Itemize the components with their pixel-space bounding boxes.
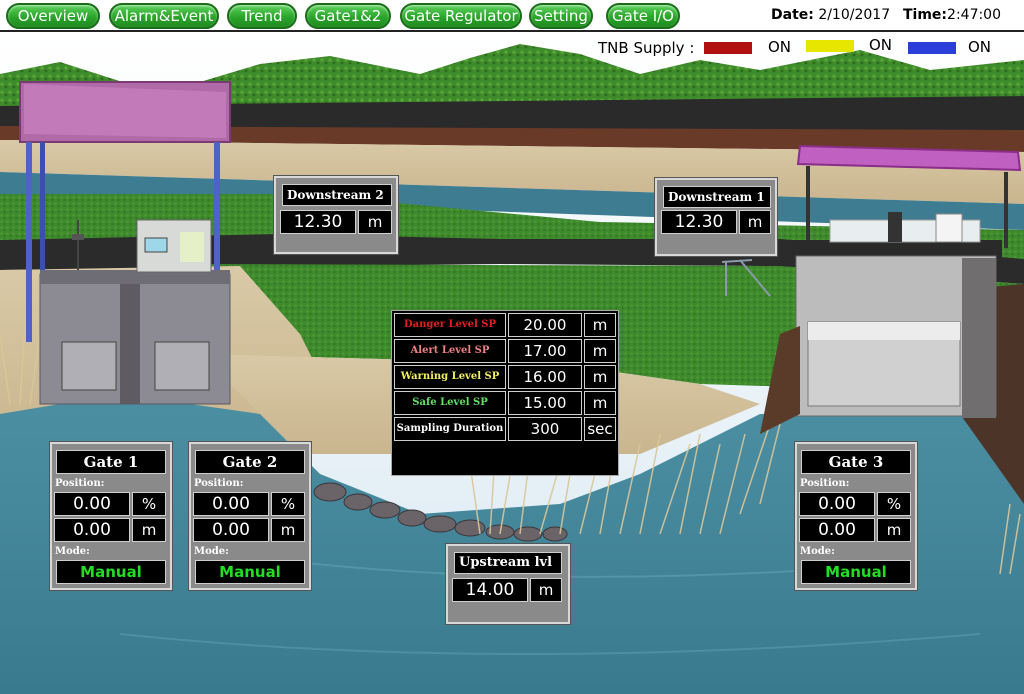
gate-2-percent-unit: % (271, 492, 305, 516)
gate-3-mode-label: Mode: (800, 546, 835, 557)
downstream-2-unit: m (358, 210, 392, 234)
safe-level-label: Safe Level SP (394, 391, 506, 415)
gate-1-position-percent: 0.00 (54, 492, 130, 516)
gate-1-position-label: Position: (55, 478, 105, 489)
time-display: Time:2:47:00 (903, 7, 1001, 23)
gate-2-meter-unit: m (271, 518, 305, 542)
danger-level-unit: m (584, 313, 616, 337)
tnb-supply-label: TNB Supply : (598, 39, 695, 57)
upstream-level-title: Upstream lvl (454, 552, 562, 574)
warning-level-label: Warning Level SP (394, 365, 506, 389)
gate-1-title: Gate 1 (56, 450, 166, 474)
time-value: 2:47:00 (947, 7, 1002, 23)
gate-1-percent-unit: % (132, 492, 166, 516)
gate-1-mode-value[interactable]: Manual (56, 560, 166, 584)
setpoint-table: Danger Level SP 20.00 m Alert Level SP 1… (391, 310, 619, 476)
nav-trend-button[interactable]: Trend (227, 3, 297, 29)
upstream-level-unit: m (530, 578, 562, 602)
gate-3-percent-unit: % (877, 492, 911, 516)
gate-2-position-percent: 0.00 (193, 492, 269, 516)
gate-3-position-label: Position: (800, 478, 850, 489)
gate-2-panel: Gate 2 Position: 0.00 % 0.00 m Mode: Man… (188, 441, 312, 591)
danger-level-value[interactable]: 20.00 (508, 313, 582, 337)
gate-1-position-meters: 0.00 (54, 518, 130, 542)
upstream-level-panel: Upstream lvl 14.00 m (445, 543, 571, 625)
downstream-1-unit: m (739, 210, 771, 234)
gate-3-title: Gate 3 (801, 450, 911, 474)
tnb-phase-3-status: ON (968, 38, 992, 56)
gate-3-position-percent: 0.00 (799, 492, 875, 516)
gate-2-mode-label: Mode: (194, 546, 229, 557)
alert-level-value[interactable]: 17.00 (508, 339, 582, 363)
sampling-duration-value[interactable]: 300 (508, 417, 582, 441)
downstream-1-panel: Downstream 1 12.30 m (654, 177, 778, 257)
gate-1-meter-unit: m (132, 518, 166, 542)
gate-3-mode-value[interactable]: Manual (801, 560, 911, 584)
safe-level-value[interactable]: 15.00 (508, 391, 582, 415)
downstream-2-value: 12.30 (280, 210, 356, 234)
nav-alarm-event-button[interactable]: Alarm&Event (109, 3, 219, 29)
gate-2-mode-value[interactable]: Manual (195, 560, 305, 584)
nav-gate12-button[interactable]: Gate1&2 (305, 3, 391, 29)
nav-setting-button[interactable]: Setting (529, 3, 593, 29)
gate-1-panel: Gate 1 Position: 0.00 % 0.00 m Mode: Man… (49, 441, 173, 591)
tnb-phase-3-indicator (908, 42, 956, 54)
alert-level-label: Alert Level SP (394, 339, 506, 363)
warning-level-value[interactable]: 16.00 (508, 365, 582, 389)
date-display: Date: 2/10/2017 (771, 7, 890, 23)
alert-level-unit: m (584, 339, 616, 363)
date-value: 2/10/2017 (818, 7, 891, 23)
sampling-duration-label: Sampling Duration (394, 417, 506, 441)
tnb-phase-2-status: ON (869, 36, 893, 54)
gate-2-position-meters: 0.00 (193, 518, 269, 542)
danger-level-label: Danger Level SP (394, 313, 506, 337)
gate-3-panel: Gate 3 Position: 0.00 % 0.00 m Mode: Man… (794, 441, 918, 591)
sampling-duration-unit: sec (584, 417, 616, 441)
gate-1-mode-label: Mode: (55, 546, 90, 557)
downstream-2-title: Downstream 2 (282, 184, 392, 206)
gate-3-position-meters: 0.00 (799, 518, 875, 542)
nav-gate-regulator-button[interactable]: Gate Regulator (400, 3, 522, 29)
tnb-phase-1-status: ON (768, 38, 792, 56)
nav-gate-io-button[interactable]: Gate I/O (606, 3, 680, 29)
gate-2-position-label: Position: (194, 478, 244, 489)
tnb-phase-2-indicator (806, 40, 854, 52)
gate-3-meter-unit: m (877, 518, 911, 542)
tnb-phase-1-indicator (704, 42, 752, 54)
upstream-level-value: 14.00 (452, 578, 528, 602)
gate-regulator-scene: TNB Supply : ON ON ON Downstream 2 12.30… (0, 34, 1024, 694)
warning-level-unit: m (584, 365, 616, 389)
nav-overview-button[interactable]: Overview (6, 3, 100, 29)
downstream-1-value: 12.30 (661, 210, 737, 234)
top-navigation-bar: Overview Alarm&Event Trend Gate1&2 Gate … (0, 0, 1024, 32)
time-label: Time: (903, 7, 948, 23)
downstream-2-panel: Downstream 2 12.30 m (273, 175, 399, 255)
gate-2-title: Gate 2 (195, 450, 305, 474)
safe-level-unit: m (584, 391, 616, 415)
downstream-1-title: Downstream 1 (663, 186, 771, 208)
date-label: Date: (771, 7, 814, 23)
